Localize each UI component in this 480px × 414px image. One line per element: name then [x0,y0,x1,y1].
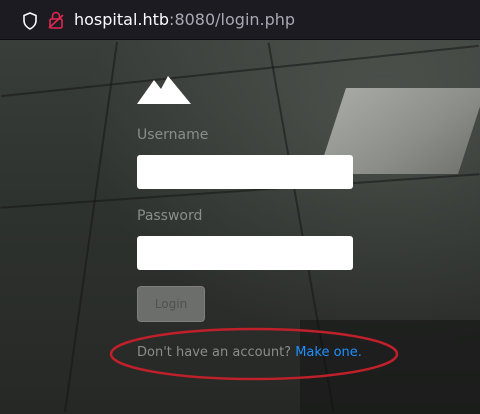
username-input[interactable] [137,155,353,189]
password-label: Password [137,208,203,224]
ceiling-grid-line [63,41,119,413]
url-host: hospital.htb [74,10,170,29]
url-path: :8080/login.php [169,10,296,29]
password-input[interactable] [137,236,353,270]
username-label: Username [137,127,209,143]
shield-icon[interactable] [22,12,38,30]
login-button[interactable]: Login [137,286,205,322]
url-field[interactable]: hospital.htb:8080/login.php [14,6,480,34]
signup-prompt-row: Don't have an account? Make one. [137,345,362,361]
browser-address-bar: hospital.htb:8080/login.php [0,0,480,40]
signup-prompt-text: Don't have an account? [137,345,292,360]
mountain-logo [137,76,191,104]
make-account-link[interactable]: Make one. [295,345,362,360]
background-shadow [300,320,480,414]
lock-icon[interactable] [48,11,64,29]
url-text[interactable]: hospital.htb:8080/login.php [74,10,295,30]
